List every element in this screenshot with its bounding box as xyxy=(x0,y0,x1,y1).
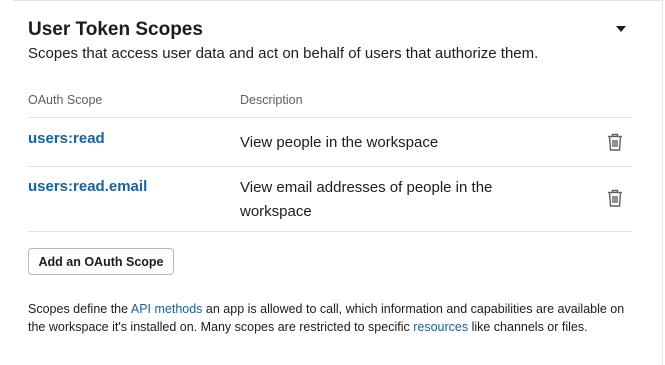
caret-down-icon[interactable] xyxy=(613,22,629,36)
table-divider xyxy=(28,166,632,167)
scopes-footnote: Scopes define the API methods an app is … xyxy=(28,300,638,336)
column-header-oauth-scope: OAuth Scope xyxy=(28,93,103,107)
api-methods-link[interactable]: API methods xyxy=(131,302,203,316)
scope-link-users-read[interactable]: users:read xyxy=(28,129,105,149)
table-divider xyxy=(28,231,632,232)
section-description: Scopes that access user data and act on … xyxy=(28,45,539,62)
right-divider xyxy=(662,0,663,365)
scope-description: View email addresses of people in the wo… xyxy=(240,179,493,220)
add-oauth-scope-button[interactable]: Add an OAuth Scope xyxy=(28,248,174,275)
scope-link-users-read-email[interactable]: users:read.email xyxy=(28,177,147,197)
trash-icon[interactable] xyxy=(606,132,624,152)
footnote-text: Scopes define the xyxy=(28,302,131,316)
resources-link[interactable]: resources xyxy=(413,320,468,334)
footnote-text: like channels or files. xyxy=(468,320,588,334)
trash-icon[interactable] xyxy=(606,188,624,208)
section-title: User Token Scopes xyxy=(28,19,203,40)
top-divider xyxy=(13,0,662,1)
column-header-description: Description xyxy=(240,93,303,107)
scope-description: View people in the workspace xyxy=(240,134,439,151)
table-divider xyxy=(28,117,632,118)
